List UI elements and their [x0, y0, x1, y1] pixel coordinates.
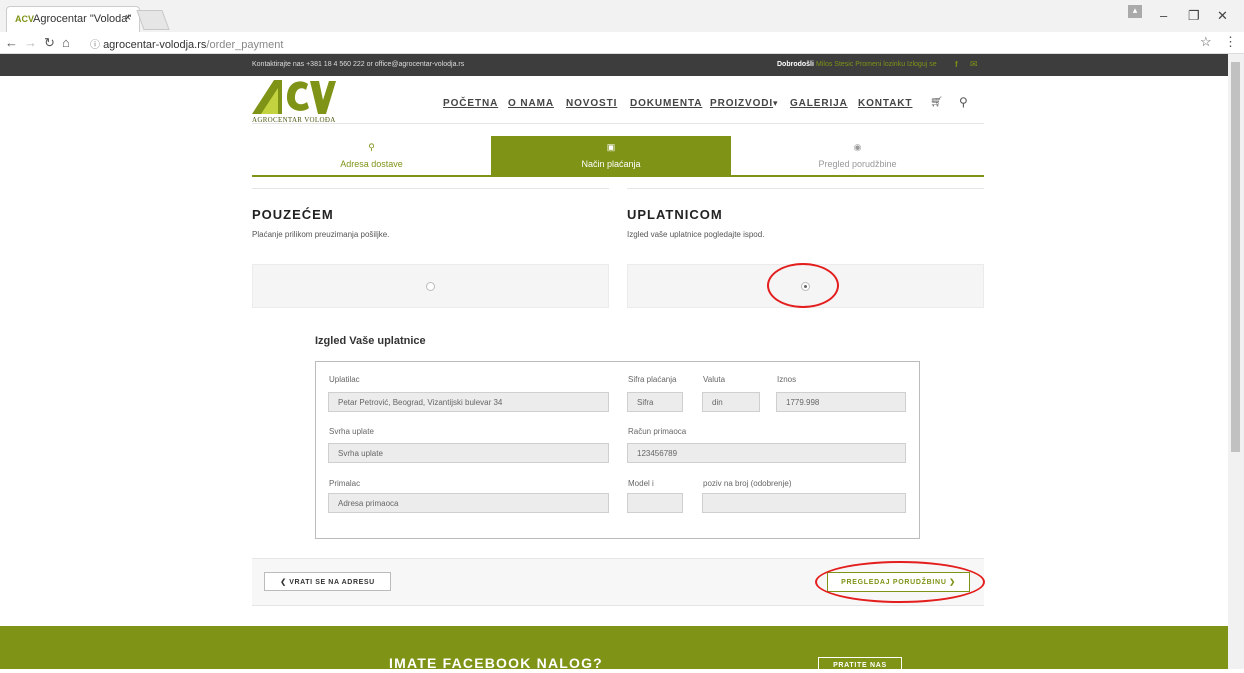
nav-pocetna[interactable]: POČETNA — [443, 98, 498, 109]
nav-dokumenta[interactable]: DOKUMENTA — [630, 98, 702, 109]
payer-field: Petar Petrović, Beograd, Vizantijski bul… — [328, 392, 609, 412]
star-icon[interactable]: ☆ — [1200, 34, 1212, 50]
follow-us-button[interactable]: PRATITE NAS — [818, 657, 902, 673]
site-top-bar: Kontaktirajte nas +381 18 4 560 222 or o… — [0, 54, 1228, 76]
annotation-circle-radio — [767, 263, 839, 308]
recipient-label: Primalac — [329, 479, 361, 488]
maximize-icon[interactable]: ❐ — [1188, 8, 1200, 24]
nav-proizvodi[interactable]: PROIZVODI — [710, 98, 773, 109]
currency-label: Valuta — [703, 375, 726, 384]
step-nacin-placanja[interactable]: ▣ Način plaćanja — [491, 136, 731, 176]
recipient-account-field: 123456789 — [627, 443, 906, 463]
money-icon: ▣ — [606, 142, 616, 152]
step-adresa-dostave[interactable]: ⚲ Adresa dostave — [252, 136, 491, 176]
home-icon[interactable]: ⌂ — [62, 35, 70, 50]
cod-radio[interactable] — [426, 282, 435, 291]
contact-info: Kontaktirajte nas +381 18 4 560 222 or o… — [252, 61, 465, 68]
scrollbar-thumb[interactable] — [1231, 62, 1240, 452]
user-links[interactable]: Milos Stesic Promeni lozinku Izloguj se — [816, 61, 937, 68]
currency-field: din — [702, 392, 760, 412]
chevron-left-icon: ❮ — [280, 579, 287, 586]
url-input[interactable]: ⓘ agrocentar-volodja.rs/order_payment — [86, 34, 1216, 52]
menu-icon[interactable]: ⋮ — [1224, 34, 1237, 50]
amount-label: Iznos — [777, 375, 797, 384]
browser-tab[interactable]: ACV Agrocentar "Voloda" × — [6, 6, 140, 32]
divider — [252, 188, 609, 189]
facebook-icon[interactable]: f — [955, 60, 958, 69]
reference-label: poziv na broj (odobrenje) — [703, 479, 792, 488]
tab-close-icon[interactable]: × — [125, 12, 131, 24]
favicon-icon: ACV — [15, 14, 35, 24]
step-label: Pregled porudžbine — [818, 159, 897, 169]
amount-field: 1779.998 — [776, 392, 906, 412]
mail-icon[interactable]: ✉ — [970, 59, 978, 70]
reference-field — [702, 493, 906, 513]
welcome-text: Dobrodošli — [777, 61, 814, 68]
payment-slip: Uplatilac Petar Petrović, Beograd, Vizan… — [315, 361, 920, 539]
search-icon[interactable]: ⚲ — [959, 95, 968, 109]
address-bar-row: ← → ↻ ⌂ ⓘ agrocentar-volodja.rs/order_pa… — [0, 32, 1244, 54]
cod-option-box[interactable] — [252, 264, 609, 308]
model-label: Model i — [628, 479, 654, 488]
nav-kontakt[interactable]: KONTAKT — [858, 98, 912, 109]
purpose-label: Svrha uplate — [329, 427, 374, 436]
location-pin-icon: ⚲ — [368, 142, 375, 152]
profile-icon[interactable]: ▴ — [1128, 5, 1142, 18]
logo-mark[interactable] — [252, 78, 336, 114]
back-button-label: VRATI SE NA ADRESU — [289, 579, 375, 586]
payment-code-label: Sifra plaćanja — [628, 375, 677, 384]
step-label: Adresa dostave — [340, 159, 403, 169]
footer-banner: IMATE FACEBOOK NALOG? PRATITE NAS — [0, 626, 1228, 673]
back-icon[interactable]: ← — [5, 35, 18, 50]
slip-title: UPLATNICOM — [627, 207, 723, 222]
new-tab-button[interactable] — [136, 10, 170, 30]
steps-underline — [252, 175, 984, 177]
close-icon[interactable]: ✕ — [1217, 8, 1228, 24]
cod-title: POUZEĆEM — [252, 207, 334, 222]
recipient-account-label: Račun primaoca — [628, 427, 687, 436]
url-host: agrocentar-volodja.rs — [103, 39, 207, 51]
slip-heading: Izgled Vaše uplatnice — [315, 335, 426, 347]
url-path: /order_payment — [206, 39, 284, 51]
slip-description: Izgled vaše uplatnice pogledajte ispod. — [627, 230, 765, 239]
recipient-field: Adresa primaoca — [328, 493, 609, 513]
minimize-icon[interactable]: – — [1160, 8, 1167, 23]
logo-text: AGROCENTAR VOLOĐA — [252, 116, 336, 124]
step-label: Način plaćanja — [581, 159, 641, 169]
annotation-circle-button — [815, 561, 985, 603]
nav-galerija[interactable]: GALERIJA — [790, 98, 848, 109]
cart-icon[interactable]: 🛒︎ — [930, 97, 943, 108]
eye-icon: ◉ — [853, 142, 862, 152]
site-header: AGROCENTAR VOLOĐA POČETNA O NAMA NOVOSTI… — [252, 76, 984, 124]
model-field — [627, 493, 683, 513]
reload-icon[interactable]: ↻ — [44, 35, 55, 51]
payment-code-field: Sifra — [627, 392, 683, 412]
nav-novosti[interactable]: NOVOSTI — [566, 98, 617, 109]
forward-icon[interactable]: → — [24, 35, 37, 50]
purpose-field: Svrha uplate — [328, 443, 609, 463]
cod-description: Plaćanje prilikom preuzimanja pošiljke. — [252, 230, 390, 239]
step-pregled-porudzbine[interactable]: ◉ Pregled porudžbine — [731, 136, 984, 176]
browser-tab-bar: ACV Agrocentar "Voloda" × ▴ – ❐ ✕ — [0, 0, 1244, 32]
divider — [252, 605, 984, 606]
divider — [627, 188, 984, 189]
back-to-address-button[interactable]: ❮ VRATI SE NA ADRESU — [264, 572, 391, 591]
payer-label: Uplatilac — [329, 375, 360, 384]
chevron-down-icon[interactable]: ▾ — [773, 98, 778, 109]
nav-o-nama[interactable]: O NAMA — [508, 98, 554, 109]
tab-title: Agrocentar "Voloda" — [33, 13, 132, 25]
info-icon[interactable]: ⓘ — [90, 40, 100, 51]
